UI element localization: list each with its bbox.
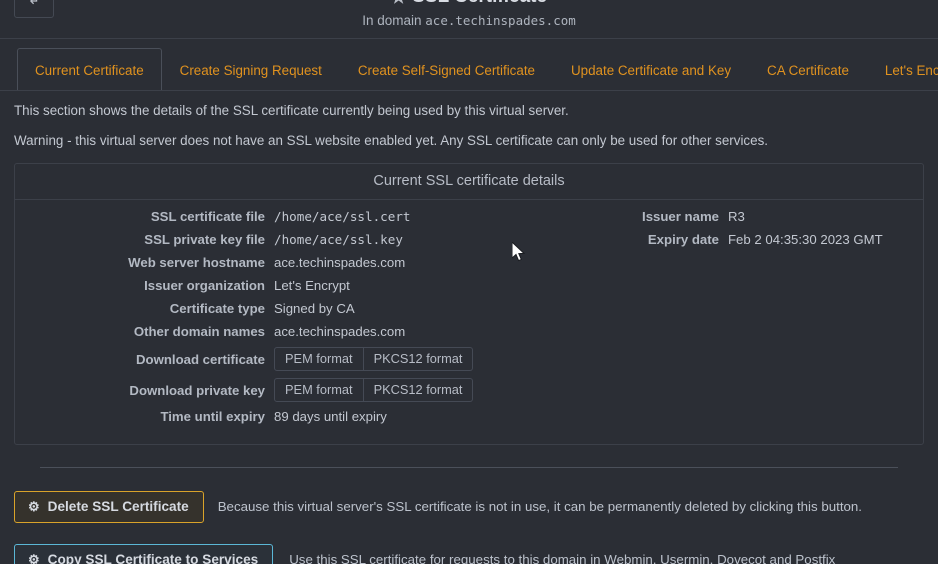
detail-label: Issuer name — [642, 208, 719, 224]
detail-row-issuer-organization: Issuer organization Let's Encrypt — [15, 278, 469, 297]
detail-value: /home/ace/ssl.key — [274, 231, 403, 247]
delete-ssl-certificate-button[interactable]: ⚙ Delete SSL Certificate — [14, 490, 204, 523]
gear-icon: ⚙ — [28, 498, 40, 514]
detail-value: Feb 2 04:35:30 2023 GMT — [728, 231, 883, 247]
detail-label: Other domain names — [133, 323, 265, 339]
tab-create-signing-request[interactable]: Create Signing Request — [162, 48, 340, 91]
panel-body: SSL certificate file /home/ace/ssl.cert … — [15, 200, 923, 444]
star-icon[interactable]: ★ — [391, 0, 406, 8]
gear-icon: ⚙ — [28, 551, 40, 564]
delete-ssl-certificate-label: Delete SSL Certificate — [47, 498, 189, 514]
download-certificate-pkcs12-button[interactable]: PKCS12 format — [363, 347, 474, 371]
page-title: ★ SSL Certificate — [0, 0, 938, 8]
certificate-details-panel: Current SSL certificate details SSL cert… — [14, 162, 924, 445]
detail-row-other-domain-names: Other domain names ace.techinspades.com — [15, 324, 469, 343]
detail-value: ace.techinspades.com — [274, 323, 406, 339]
tab-ca-certificate[interactable]: CA Certificate — [749, 48, 867, 91]
panel-heading: Current SSL certificate details — [15, 164, 923, 200]
intro-text: This section shows the details of the SS… — [0, 91, 938, 150]
action-row-copy: ⚙ Copy SSL Certificate to Services Use t… — [14, 543, 938, 564]
detail-value: Let's Encrypt — [274, 277, 350, 293]
details-left-column: SSL certificate file /home/ace/ssl.cert … — [15, 209, 474, 432]
detail-label: Download certificate — [136, 351, 265, 367]
subtitle-domain: ace.techinspades.com — [425, 13, 576, 28]
tab-bar-divider — [0, 90, 938, 91]
detail-row-download-certificate: Download certificate PEM format PKCS12 f… — [15, 347, 474, 372]
tab-create-self-signed-certificate[interactable]: Create Self-Signed Certificate — [340, 48, 553, 91]
copy-ssl-certificate-description: Use this SSL certificate for requests to… — [289, 552, 836, 564]
detail-value: Signed by CA — [274, 300, 355, 316]
detail-value: 89 days until expiry — [274, 408, 387, 424]
header-divider — [0, 38, 938, 39]
detail-value: ace.techinspades.com — [274, 254, 406, 270]
detail-value: R3 — [728, 208, 745, 224]
detail-label: SSL private key file — [144, 231, 265, 247]
detail-label: Download private key — [129, 382, 265, 398]
tab-bar: Current Certificate Create Signing Reque… — [0, 41, 938, 91]
download-private-key-pkcs12-button[interactable]: PKCS12 format — [363, 378, 474, 402]
ssl-certificate-page: ↲ ★SSL Certificate In domain ace.techins… — [0, 0, 938, 564]
copy-ssl-certificate-label: Copy SSL Certificate to Services — [47, 551, 259, 564]
section-divider — [40, 466, 898, 468]
title-block: ★ SSL Certificate In domain ace.techinspa… — [0, 0, 938, 28]
detail-label: Web server hostname — [128, 254, 265, 270]
details-right-column: Issuer name R3 Expiry date Feb 2 04:35:3… — [469, 209, 923, 432]
page-header: ↲ ★SSL Certificate In domain ace.techins… — [0, 0, 938, 40]
intro-line-1: This section shows the details of the SS… — [14, 103, 569, 118]
tab-lets-encrypt[interactable]: Let's Encrypt — [867, 48, 938, 91]
detail-label: Expiry date — [647, 231, 719, 247]
detail-row-expiry-date: Expiry date Feb 2 04:35:30 2023 GMT — [469, 232, 923, 251]
page-subtitle: In domain ace.techinspades.com — [0, 13, 938, 28]
detail-row-certificate-type: Certificate type Signed by CA — [15, 301, 469, 320]
download-private-key-button-group: PEM format PKCS12 format — [274, 378, 474, 402]
delete-ssl-certificate-description: Because this virtual server's SSL certif… — [217, 499, 863, 514]
tab-update-certificate-and-key[interactable]: Update Certificate and Key — [553, 48, 749, 91]
detail-label: SSL certificate file — [150, 208, 265, 224]
detail-label: Time until expiry — [160, 408, 265, 424]
detail-row-web-server-hostname: Web server hostname ace.techinspades.com — [15, 255, 469, 274]
detail-row-download-private-key: Download private key PEM format PKCS12 f… — [15, 378, 474, 403]
detail-row-ssl-certificate-file: SSL certificate file /home/ace/ssl.cert — [15, 209, 469, 228]
detail-row-ssl-private-key-file: SSL private key file /home/ace/ssl.key — [15, 232, 469, 251]
tab-current-certificate[interactable]: Current Certificate — [17, 48, 162, 91]
detail-label: Issuer organization — [144, 277, 265, 293]
page-title-text: SSL Certificate — [412, 0, 547, 7]
detail-label: Certificate type — [169, 300, 265, 316]
action-row-delete: ⚙ Delete SSL Certificate Because this vi… — [14, 490, 938, 523]
download-certificate-pem-button[interactable]: PEM format — [274, 347, 364, 371]
download-certificate-button-group: PEM format PKCS12 format — [274, 347, 474, 371]
detail-value: /home/ace/ssl.cert — [274, 208, 411, 224]
subtitle-prefix: In domain — [362, 13, 426, 28]
detail-row-time-until-expiry: Time until expiry 89 days until expiry — [15, 409, 469, 428]
detail-row-issuer-name: Issuer name R3 — [469, 209, 923, 228]
copy-ssl-certificate-to-services-button[interactable]: ⚙ Copy SSL Certificate to Services — [14, 543, 274, 564]
intro-line-2: Warning - this virtual server does not h… — [14, 132, 768, 148]
download-private-key-pem-button[interactable]: PEM format — [274, 378, 364, 402]
action-buttons-section: ⚙ Delete SSL Certificate Because this vi… — [0, 490, 938, 564]
